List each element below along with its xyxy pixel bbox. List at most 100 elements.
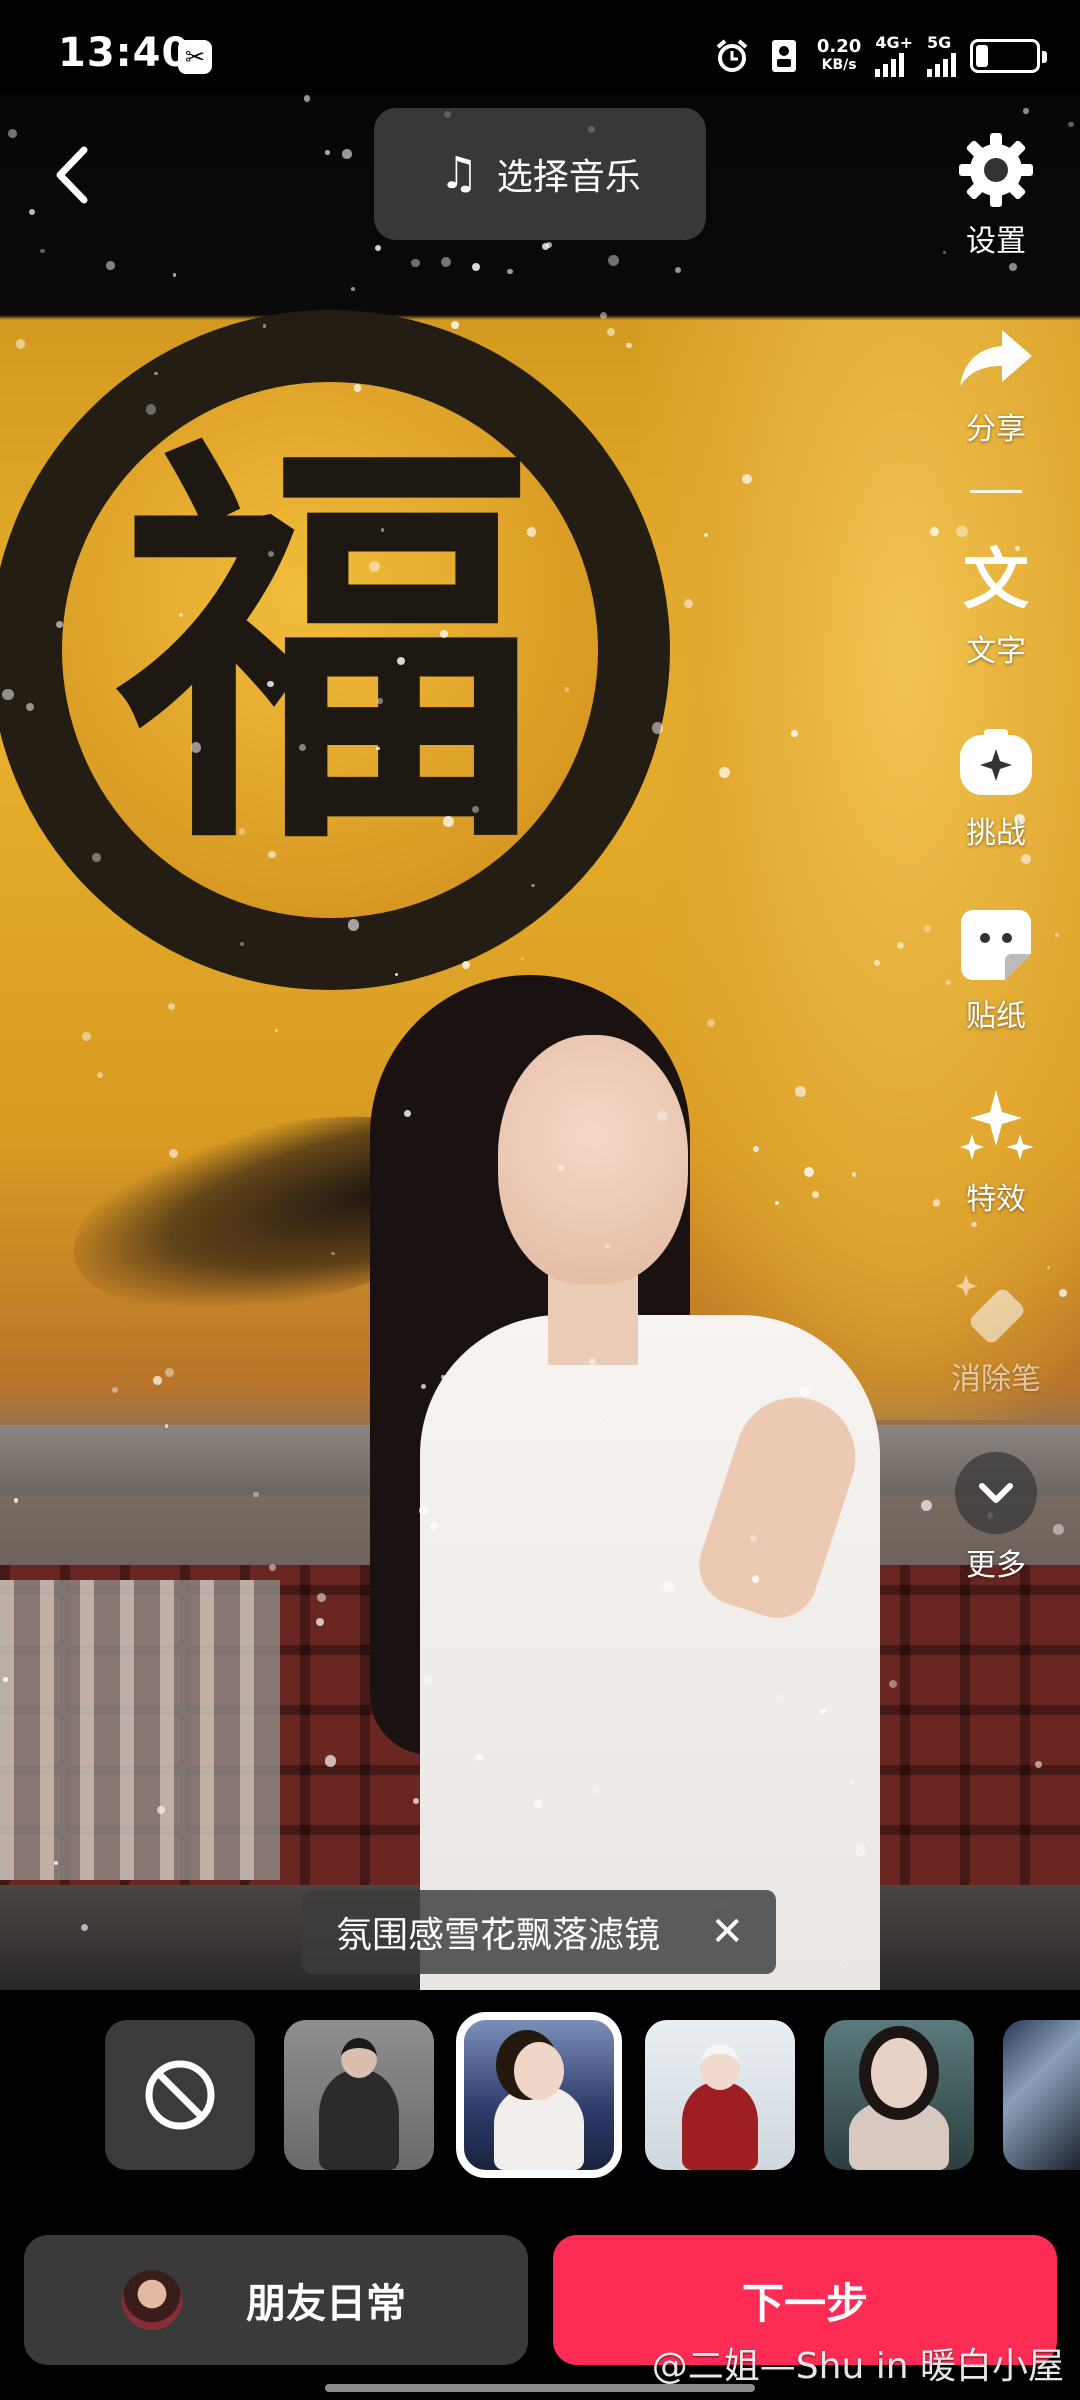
- toolbar-divider: [970, 490, 1022, 493]
- status-icons: 0.20 KB/s 4G+ 5G: [713, 34, 1047, 78]
- snowflake: [347, 918, 360, 931]
- filter-thumb-4[interactable]: [824, 2020, 974, 2170]
- snowflake: [533, 1799, 543, 1808]
- snowflake: [316, 1617, 325, 1626]
- snowflake: [1, 688, 14, 701]
- filter-thumb-5[interactable]: [1003, 2020, 1080, 2170]
- snowflake: [741, 473, 752, 484]
- snowflake: [374, 244, 381, 251]
- challenge-label: 挑战: [966, 816, 1026, 851]
- battery-icon: [970, 39, 1047, 73]
- alarm-icon: [713, 37, 751, 75]
- snowflake: [971, 1221, 977, 1228]
- photo-preview: 福: [0, 95, 1080, 1990]
- close-icon[interactable]: ✕: [710, 1909, 744, 1955]
- snowflake: [3, 1677, 8, 1682]
- friends-daily-label: 朋友日常: [246, 2281, 406, 2327]
- prohibited-icon: [145, 2060, 215, 2130]
- more-label: 更多: [966, 1548, 1026, 1583]
- gear-icon: [956, 130, 1036, 210]
- filter-none[interactable]: [105, 2020, 255, 2170]
- snowflake: [475, 1753, 483, 1762]
- text-label: 文字: [966, 634, 1026, 669]
- music-note-icon: ♫: [439, 148, 479, 199]
- avatar: [122, 2270, 182, 2330]
- snowflake: [507, 269, 513, 275]
- fu-character: 福: [118, 403, 538, 896]
- snowflake: [605, 1243, 611, 1249]
- home-indicator[interactable]: [325, 2384, 755, 2392]
- eraser-button[interactable]: 消除笔: [930, 1268, 1062, 1398]
- snowflake: [662, 1580, 674, 1592]
- select-music-button[interactable]: ♫ 选择音乐: [374, 108, 706, 240]
- snowflake: [380, 527, 385, 532]
- snowflake: [779, 1695, 784, 1700]
- snowflake: [851, 1172, 857, 1177]
- snowflake: [411, 258, 420, 268]
- effects-button[interactable]: 特效: [940, 1088, 1052, 1218]
- snowflake: [752, 1145, 760, 1152]
- snowflake: [1009, 262, 1017, 271]
- text-icon: 文: [963, 541, 1029, 618]
- snowflake: [353, 383, 362, 392]
- snowflake: [1023, 108, 1029, 114]
- sticker-icon: [956, 905, 1036, 985]
- snowflake: [526, 527, 537, 537]
- woman-face: [498, 1035, 688, 1285]
- snowflake: [324, 1754, 337, 1767]
- effects-label: 特效: [966, 1182, 1026, 1217]
- snowflake: [55, 620, 64, 629]
- snowflake: [674, 267, 681, 274]
- sim-icon: [765, 37, 803, 75]
- net-speed: 0.20 KB/s: [817, 38, 861, 74]
- snowflake: [153, 1376, 162, 1385]
- snowflake: [439, 629, 448, 639]
- back-button[interactable]: [44, 140, 100, 210]
- filter-thumb-2[interactable]: [456, 2012, 622, 2178]
- snowflake: [106, 260, 115, 270]
- snowflake: [955, 525, 968, 538]
- snowflake: [874, 959, 880, 966]
- net-speed-value: 0.20: [816, 36, 862, 57]
- snowflake: [749, 1534, 757, 1542]
- challenge-button[interactable]: 挑战: [940, 722, 1052, 852]
- snowflake: [795, 1086, 806, 1097]
- snowflake: [418, 1506, 428, 1516]
- snowflake: [440, 256, 452, 268]
- filter-thumb-3[interactable]: [645, 2020, 795, 2170]
- snowflake: [190, 742, 202, 753]
- next-step-label: 下一步: [741, 2278, 868, 2328]
- snowflake: [267, 680, 274, 688]
- snowflake: [441, 1375, 445, 1379]
- more-button[interactable]: 更多: [940, 1452, 1052, 1584]
- snowflake: [424, 1676, 433, 1685]
- friends-daily-button[interactable]: 朋友日常: [24, 2235, 528, 2365]
- eraser-icon: [956, 1268, 1036, 1348]
- filter-thumb-1[interactable]: [284, 2020, 434, 2170]
- snowflake: [368, 561, 380, 573]
- eraser-label: 消除笔: [951, 1362, 1041, 1397]
- snowflake: [842, 1958, 846, 1962]
- share-arrow-icon: [956, 318, 1036, 398]
- snowflake: [461, 960, 471, 970]
- settings-button[interactable]: 设置: [940, 130, 1052, 260]
- snowflake: [403, 1110, 411, 1117]
- snowflake: [268, 850, 276, 859]
- snowflake: [262, 324, 266, 328]
- snowflake: [92, 853, 101, 862]
- snowflake: [40, 248, 45, 254]
- text-button[interactable]: 文 文字: [940, 540, 1052, 670]
- snowflake: [274, 1028, 279, 1033]
- sticker-button[interactable]: 贴纸: [940, 905, 1052, 1035]
- snowflake: [81, 1032, 91, 1042]
- share-button[interactable]: 分享: [940, 318, 1052, 448]
- snowflake: [164, 1367, 174, 1377]
- snowflake: [325, 150, 330, 156]
- snowflake: [153, 371, 158, 376]
- snowflake: [608, 254, 620, 266]
- snowflake: [96, 1071, 104, 1079]
- snowflake: [790, 730, 798, 738]
- snowflake: [521, 957, 525, 961]
- snowflake: [472, 263, 481, 272]
- snowflake: [588, 1358, 596, 1365]
